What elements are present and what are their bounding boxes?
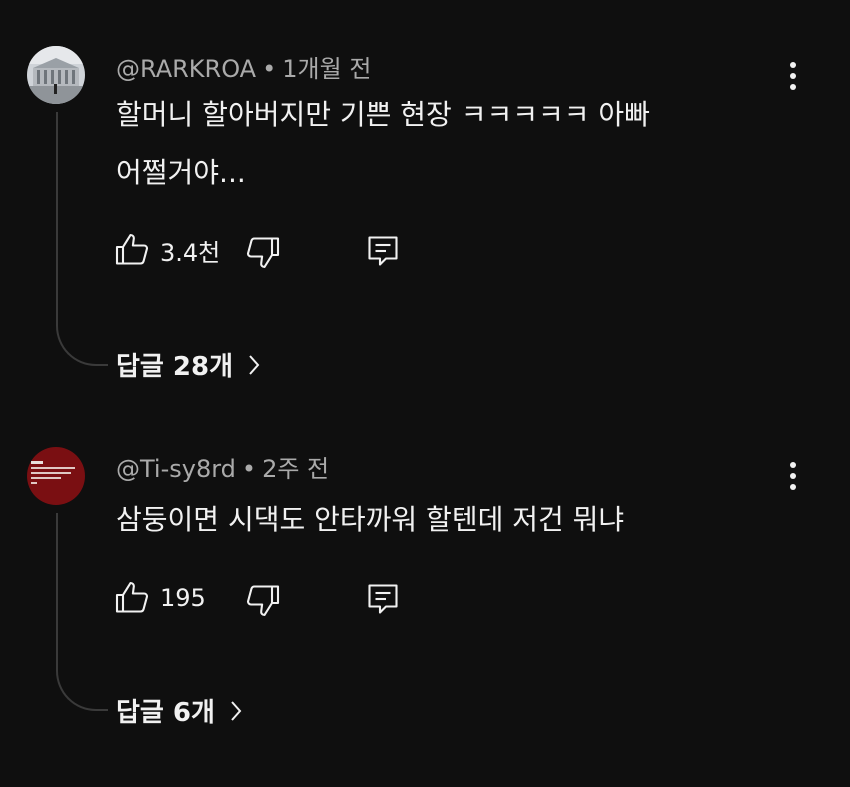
comment-text: 할머니 할아버지만 기쁜 현장 ㅋㅋㅋㅋㅋ 아빠 어쩔거야... <box>116 93 756 195</box>
chevron-right-icon <box>231 700 242 721</box>
comment-text: 삼둥이면 시댁도 안타까워 할텐데 저건 뭐냐 <box>116 498 756 542</box>
thumbs-down-icon <box>246 585 280 617</box>
like-button[interactable]: 195 <box>114 578 206 618</box>
thumbs-up-icon <box>115 581 149 613</box>
comment-time: 1개월 전 <box>282 55 372 83</box>
reply-button[interactable] <box>365 231 401 271</box>
dislike-button[interactable] <box>245 580 281 620</box>
comment-item: @RARKROA • 1개월 전 할머니 할아버지만 기쁜 현장 ㅋㅋㅋㅋㅋ 아빠 … <box>0 0 850 400</box>
comment-text-line: 할머니 할아버지만 기쁜 현장 ㅋㅋㅋㅋㅋ 아빠 <box>116 98 650 131</box>
reply-thread-line <box>56 112 108 366</box>
red-thumbnail-avatar-icon <box>27 447 85 505</box>
comment-meta: @Ti-sy8rd • 2주 전 <box>116 454 329 484</box>
comment-item: @Ti-sy8rd • 2주 전 삼둥이면 시댁도 안타까워 할텐데 저건 뭐냐 1… <box>0 400 850 787</box>
dislike-button[interactable] <box>245 232 281 272</box>
more-options-button[interactable] <box>776 56 810 96</box>
comment-text-line: 어쩔거야... <box>116 156 246 189</box>
meta-separator: • <box>262 55 277 83</box>
reply-comment-icon <box>368 584 398 614</box>
avatar[interactable] <box>27 447 85 505</box>
more-options-button[interactable] <box>776 456 810 496</box>
comment-text-line: 삼둥이면 시댁도 안타까워 할텐데 저건 뭐냐 <box>116 503 625 536</box>
reply-button[interactable] <box>365 579 401 619</box>
like-count: 3.4천 <box>160 238 221 267</box>
comment-meta: @RARKROA • 1개월 전 <box>116 54 371 84</box>
more-vertical-icon <box>790 62 796 90</box>
like-button[interactable]: 3.4천 <box>114 230 220 270</box>
reply-thread-line <box>56 513 108 711</box>
thumbs-down-icon <box>246 237 280 269</box>
meta-separator: • <box>241 455 257 483</box>
view-replies-button[interactable]: 답글 6개 <box>116 692 243 729</box>
more-vertical-icon <box>790 462 796 490</box>
avatar[interactable] <box>27 46 85 104</box>
view-replies-button[interactable]: 답글 28개 <box>116 346 261 383</box>
building-photo-avatar-icon <box>27 46 85 104</box>
comment-time: 2주 전 <box>262 455 330 483</box>
thumbs-up-icon <box>115 233 149 265</box>
like-count: 195 <box>160 584 206 612</box>
chevron-right-icon <box>249 354 260 375</box>
comment-author[interactable]: @RARKROA <box>116 55 256 83</box>
comment-author[interactable]: @Ti-sy8rd <box>116 455 236 483</box>
replies-count-label: 답글 6개 <box>116 698 215 728</box>
reply-comment-icon <box>368 236 398 266</box>
replies-count-label: 답글 28개 <box>116 352 233 382</box>
